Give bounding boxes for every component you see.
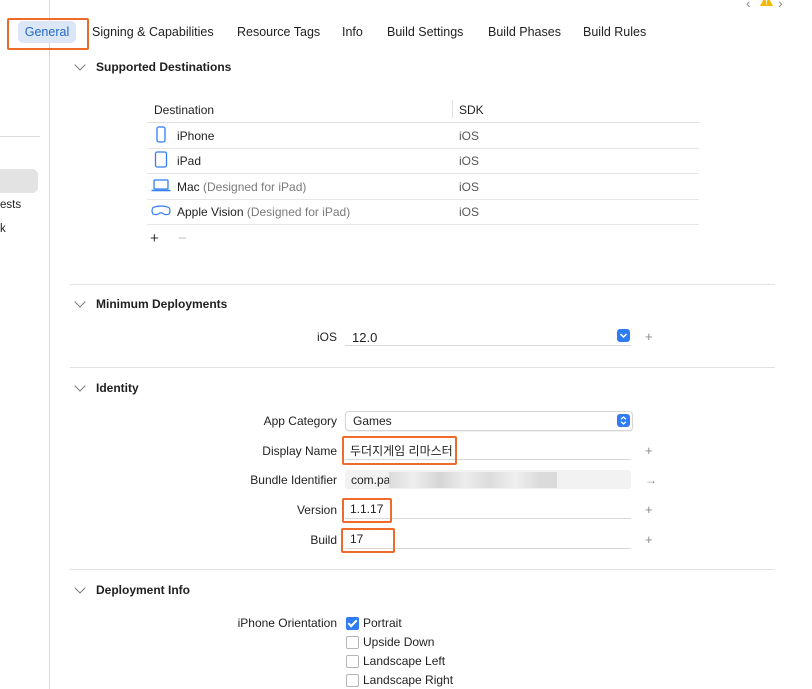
- sidebar-separator: [0, 136, 40, 137]
- landscape-right-checkbox[interactable]: [346, 674, 359, 687]
- destinations-table-header: Destination SDK: [147, 98, 699, 123]
- tab-resource-tags[interactable]: Resource Tags: [237, 18, 320, 46]
- display-name-field[interactable]: 두더지게임 리마스터: [345, 440, 631, 460]
- destination-sdk: iOS: [459, 154, 480, 168]
- section-title-supported-destinations: Supported Destinations: [96, 60, 232, 74]
- version-value: 1.1.17: [350, 502, 384, 516]
- sidebar-selected-item[interactable]: [0, 169, 38, 193]
- landscape-right-checkbox-label[interactable]: Landscape Right: [363, 673, 453, 687]
- destination-name: iPad: [177, 154, 202, 168]
- section-title-deployment-info: Deployment Info: [96, 583, 191, 597]
- version-field[interactable]: 1.1.17: [345, 499, 631, 519]
- section-divider: [70, 569, 775, 570]
- editor-tab-bar: General Signing & Capabilities Resource …: [0, 18, 812, 46]
- app-category-label: App Category: [263, 414, 337, 428]
- up-down-chevron-icon: [617, 414, 630, 427]
- destination-sdk: iOS: [459, 205, 480, 219]
- nav-back-icon[interactable]: ‹: [746, 0, 751, 11]
- disclosure-chevron-icon[interactable]: [74, 296, 86, 308]
- upside-down-checkbox[interactable]: [346, 636, 359, 649]
- remove-destination-button[interactable]: −: [178, 230, 187, 247]
- add-display-name-button[interactable]: +: [645, 443, 653, 458]
- arrow-right-icon[interactable]: →: [645, 473, 657, 487]
- disclosure-chevron-icon[interactable]: [74, 582, 86, 594]
- ios-deployment-target-value: 12.0: [352, 330, 378, 345]
- app-category-popup[interactable]: Games: [345, 411, 633, 431]
- section-title-minimum-deployments: Minimum Deployments: [96, 297, 228, 311]
- vision-pro-icon: [150, 202, 172, 223]
- app-category-value: Games: [353, 414, 392, 428]
- destination-sdk: iOS: [459, 180, 480, 194]
- table-row[interactable]: iPad iOS: [147, 148, 699, 174]
- tab-general[interactable]: General: [18, 21, 76, 43]
- chevron-down-icon[interactable]: [617, 329, 630, 342]
- destination-name: Apple Vision: [177, 205, 244, 219]
- version-label: Version: [296, 503, 337, 517]
- destination-subtitle: (Designed for iPad): [203, 180, 307, 194]
- column-header-sdk[interactable]: SDK: [459, 103, 484, 117]
- tab-build-rules[interactable]: Build Rules: [583, 18, 646, 46]
- sidebar-item-fragment[interactable]: k: [0, 223, 6, 235]
- mac-icon: [151, 177, 171, 198]
- section-divider: [70, 284, 775, 285]
- landscape-left-checkbox-label[interactable]: Landscape Left: [363, 654, 445, 668]
- tab-build-settings[interactable]: Build Settings: [387, 18, 463, 46]
- table-row[interactable]: iPhone iOS: [147, 123, 699, 149]
- add-deployment-button[interactable]: +: [645, 329, 653, 344]
- sidebar-item-fragment[interactable]: ests: [0, 199, 21, 211]
- section-title-identity: Identity: [96, 381, 139, 395]
- build-label: Build: [310, 533, 337, 547]
- bundle-identifier-value: com.pa: [351, 473, 391, 487]
- tab-build-phases[interactable]: Build Phases: [488, 18, 561, 46]
- warning-icon[interactable]: [760, 0, 773, 9]
- destination-name: iPhone: [177, 129, 215, 143]
- redacted-text-blur: [389, 472, 557, 488]
- build-value: 17: [350, 532, 364, 546]
- column-separator: [452, 100, 453, 118]
- destination-subtitle: (Designed for iPad): [246, 205, 351, 219]
- bundle-identifier-label: Bundle Identifier: [250, 473, 337, 487]
- portrait-checkbox-label[interactable]: Portrait: [363, 616, 402, 630]
- ios-label: iOS: [316, 330, 337, 344]
- navigator-sidebar: ests k: [0, 0, 50, 689]
- ios-deployment-target-combo[interactable]: 12.0: [345, 327, 631, 346]
- destination-name: Mac: [177, 180, 200, 194]
- add-version-button[interactable]: +: [645, 502, 653, 517]
- portrait-checkbox[interactable]: [346, 617, 359, 630]
- upside-down-checkbox-label[interactable]: Upside Down: [363, 635, 434, 649]
- disclosure-chevron-icon[interactable]: [74, 380, 86, 392]
- tab-signing-capabilities[interactable]: Signing & Capabilities: [92, 18, 214, 46]
- bundle-identifier-field[interactable]: com.pa: [345, 470, 631, 489]
- iphone-icon: [153, 126, 169, 147]
- column-header-destination[interactable]: Destination: [154, 103, 214, 117]
- build-field[interactable]: 17: [345, 529, 631, 549]
- ipad-icon: [153, 151, 169, 172]
- tab-info[interactable]: Info: [342, 18, 363, 46]
- add-destination-button[interactable]: +: [150, 230, 159, 247]
- add-build-button[interactable]: +: [645, 532, 653, 547]
- iphone-orientation-label: iPhone Orientation: [237, 616, 337, 630]
- table-row[interactable]: Apple Vision (Designed for iPad) iOS: [147, 199, 699, 225]
- destination-sdk: iOS: [459, 129, 480, 143]
- disclosure-chevron-icon[interactable]: [74, 59, 86, 71]
- section-divider: [70, 367, 775, 368]
- display-name-label: Display Name: [262, 444, 337, 458]
- landscape-left-checkbox[interactable]: [346, 655, 359, 668]
- display-name-value: 두더지게임 리마스터: [350, 444, 453, 458]
- table-row[interactable]: Mac (Designed for iPad) iOS: [147, 174, 699, 200]
- nav-forward-icon[interactable]: ›: [778, 0, 783, 11]
